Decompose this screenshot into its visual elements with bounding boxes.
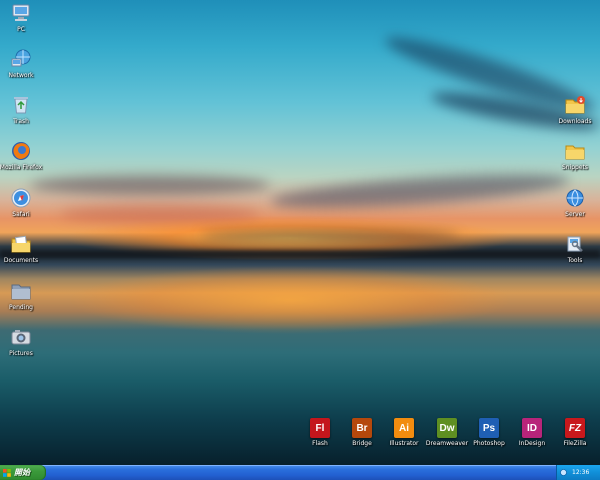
desktop-icon-pictures[interactable]: Pictures [0,326,44,358]
system-tray: 12:36 [556,465,600,480]
recycle-bin-icon [10,94,32,116]
network-status-icon[interactable] [560,469,567,476]
network-icon [10,48,32,70]
pending-folder-icon [10,280,32,302]
windows-flag-icon [3,468,11,477]
filezilla-icon: FZ [565,418,585,438]
desktop-icon-tools[interactable]: Tools [552,233,598,265]
start-button[interactable]: 開始 [0,465,46,480]
app-shortcut-label: Photoshop [473,440,505,447]
desktop-icon-label: PC [17,26,25,33]
downloads-folder-icon [564,94,586,116]
desktop-icon-label: Tools [567,257,583,264]
desktop-icon-server[interactable]: Server [552,187,598,219]
app-shortcut-dreamweaver[interactable]: Dw Dreamweaver [424,418,470,448]
app-shortcut-flash[interactable]: Fl Flash [297,418,343,448]
desktop-icon-label: Downloads [558,118,592,125]
app-shortcut-filezilla[interactable]: FZ FileZilla [552,418,598,448]
firefox-icon [10,140,32,162]
cloud [30,175,270,195]
photoshop-icon: Ps [479,418,499,438]
pictures-icon [10,326,32,348]
desktop-icon-label: Safari [12,211,30,218]
safari-icon [10,187,32,209]
cloud [269,167,571,215]
documents-folder-icon [10,233,32,255]
taskbar: 開始 12:36 [0,465,600,480]
desktop-icon-documents[interactable]: Documents [0,233,44,265]
indesign-icon: ID [522,418,542,438]
desktop-icon-label: Server [565,211,585,218]
computer-icon [10,2,32,24]
app-shortcut-illustrator[interactable]: Ai Illustrator [381,418,427,448]
desktop-icon-label: Trash [13,118,29,125]
desktop-icon-pc[interactable]: PC [0,2,44,34]
desktop-icon-pending[interactable]: Pending [0,280,44,312]
bridge-icon: Br [352,418,372,438]
dreamweaver-icon: Dw [437,418,457,438]
desktop-icon-safari[interactable]: Safari [0,187,44,219]
desktop-icon-snippets[interactable]: Snippets [552,140,598,172]
desktop-icon-label: Documents [3,257,39,264]
illustrator-icon: Ai [394,418,414,438]
app-shortcut-indesign[interactable]: ID InDesign [509,418,555,448]
clock[interactable]: 12:36 [572,469,589,476]
horizon-land [0,250,600,258]
server-icon [564,187,586,209]
app-shortcut-label: FileZilla [563,440,587,447]
desktop-icon-label: Snippets [561,164,589,171]
flash-icon: Fl [310,418,330,438]
app-shortcut-bridge[interactable]: Br Bridge [339,418,385,448]
desktop: PC Network Trash Mozilla Firefox Safari … [0,0,600,465]
desktop-icon-network[interactable]: Network [0,48,44,80]
app-shortcut-label: Illustrator [389,440,419,447]
app-shortcut-label: Flash [312,440,328,447]
cloud [60,205,260,223]
desktop-icon-label: Mozilla Firefox [0,164,43,171]
desktop-icon-trash[interactable]: Trash [0,94,44,126]
app-shortcut-label: Dreamweaver [425,440,469,447]
tools-icon [564,233,586,255]
app-shortcut-label: Bridge [352,440,372,447]
snippets-folder-icon [564,140,586,162]
app-shortcut-label: InDesign [518,440,546,447]
app-shortcut-photoshop[interactable]: Ps Photoshop [466,418,512,448]
desktop-icon-downloads[interactable]: Downloads [552,94,598,126]
start-label: 開始 [14,468,30,477]
desktop-icon-label: Pending [9,304,33,311]
desktop-icon-label: Pictures [9,350,33,357]
desktop-icon-label: Network [8,72,34,79]
desktop-icon-firefox[interactable]: Mozilla Firefox [0,140,44,172]
cloud [200,230,460,242]
